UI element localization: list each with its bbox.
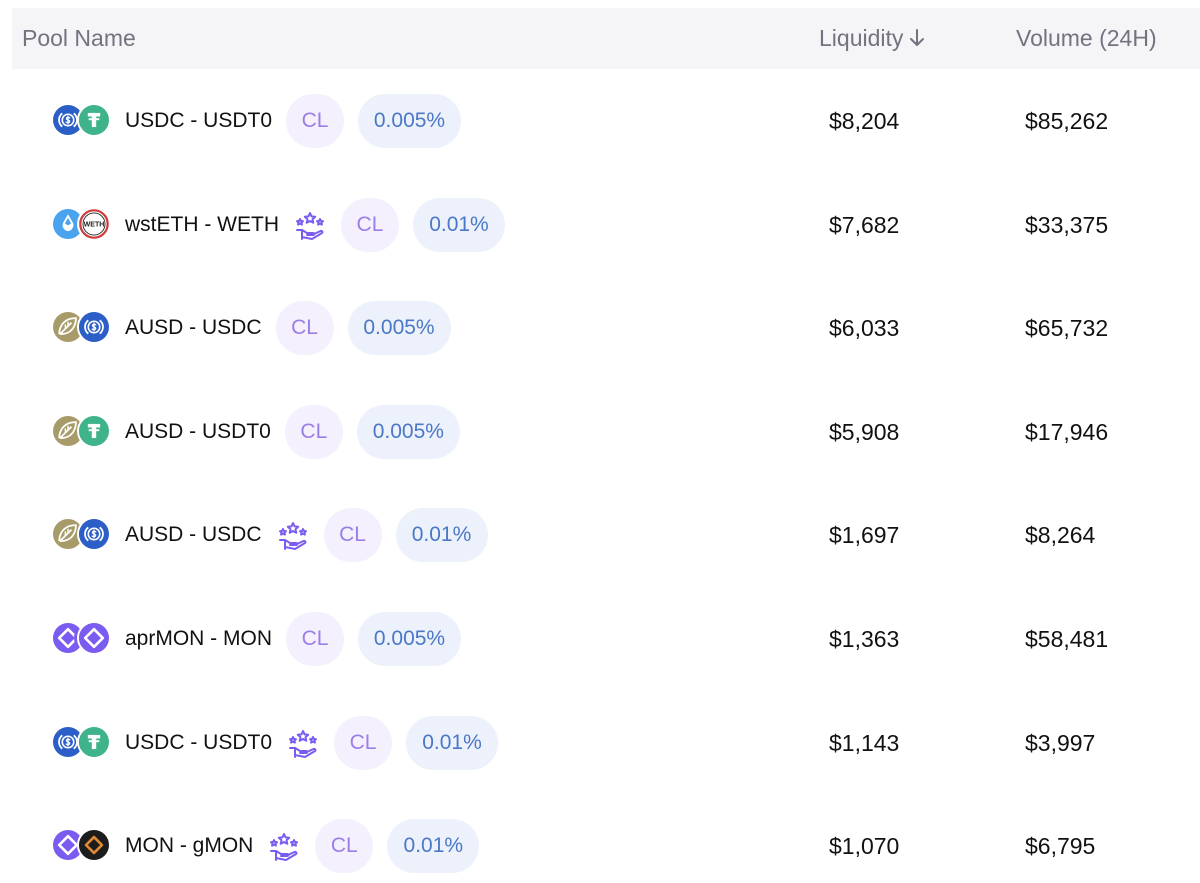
pool-name: MON - gMON [125, 834, 254, 858]
fee-tier-badge: 0.005% [347, 301, 451, 356]
pool-name: AUSD - USDT0 [125, 419, 271, 443]
pool-type-badge: CL [323, 508, 382, 563]
table-row[interactable]: USDC - USDT0 CL 0.005% $8,204 $85,262 [0, 69, 1200, 173]
fee-tier-badge: 0.01% [395, 508, 488, 563]
volume-value: $17,946 [1025, 418, 1109, 445]
header-pool-name: Pool Name [22, 25, 136, 51]
liquidity-value: $1,363 [829, 626, 900, 652]
pool-type-badge: CL [340, 197, 399, 252]
fee-tier-badge: 0.01% [406, 715, 498, 770]
token-pair-icons [51, 724, 113, 761]
liquidity-value: $5,908 [829, 418, 900, 445]
volume-value: $6,795 [1025, 833, 1096, 860]
gmon-icon [77, 828, 111, 863]
pool-name: USDC - USDT0 [125, 730, 273, 754]
table-row[interactable]: USDC - USDT0 CL 0.01% $1,143 $3,997 [0, 691, 1200, 795]
rewards-icon [267, 830, 301, 864]
pool-type-badge: CL [284, 404, 343, 459]
pools-table: Pool Name Liquidity Volume (24H) USDC - … [0, 0, 1200, 883]
token-pair-icons [51, 621, 113, 657]
arrow-down-icon [909, 10, 925, 71]
liquidity-value: $6,033 [829, 315, 900, 342]
table-row[interactable]: AUSD - USDC CL 0.005% $6,033 $65,732 [0, 276, 1200, 380]
liquidity-value: $8,204 [829, 108, 900, 134]
token-pair-icons [51, 310, 113, 346]
usdc-icon [77, 310, 111, 345]
pool-name: USDC - USDT0 [125, 109, 273, 132]
pool-type-badge: CL [286, 612, 344, 666]
table-header: Pool Name Liquidity Volume (24H) [12, 8, 1200, 69]
pool-name: AUSD - USDC [125, 316, 262, 340]
weth-icon: WETH [77, 206, 111, 241]
usdt0-icon [77, 413, 111, 448]
usdc-icon [77, 517, 111, 552]
table-row[interactable]: MON - gMON CL 0.01% $1,070 $6,795 [0, 794, 1200, 883]
fee-tier-badge: 0.01% [387, 819, 480, 874]
pool-name: wstETH - WETH [125, 212, 279, 236]
fee-tier-badge: 0.01% [412, 197, 505, 252]
volume-value: $3,997 [1025, 729, 1096, 756]
fee-tier-badge: 0.005% [358, 94, 461, 148]
fee-tier-badge: 0.005% [358, 612, 461, 666]
rewards-icon [293, 209, 327, 243]
pool-type-badge: CL [275, 301, 334, 356]
pool-name: aprMON - MON [125, 627, 272, 650]
liquidity-value: $1,143 [829, 729, 900, 756]
usdt0-icon [77, 103, 111, 137]
token-pair-icons: WETH [51, 206, 113, 243]
table-row[interactable]: AUSD - USDC CL 0.01% $1,697 $8,264 [0, 483, 1200, 587]
header-liquidity-sort[interactable]: Liquidity [819, 8, 925, 69]
volume-value: $58,481 [1025, 626, 1109, 652]
token-pair-icons [51, 517, 113, 553]
header-volume-sort[interactable]: Volume (24H) [1016, 8, 1157, 69]
token-pair-icons [51, 103, 113, 139]
table-row[interactable]: AUSD - USDT0 CL 0.005% $5,908 $17,946 [0, 380, 1200, 484]
volume-value: $65,732 [1025, 315, 1109, 342]
fee-tier-badge: 0.005% [356, 404, 460, 459]
table-row[interactable]: aprMON - MON CL 0.005% $1,363 $58,481 [0, 587, 1200, 691]
liquidity-value: $1,697 [829, 522, 900, 549]
pool-type-badge: CL [286, 94, 344, 148]
usdt0-icon [77, 724, 111, 759]
svg-text:WETH: WETH [84, 221, 105, 228]
volume-value: $33,375 [1025, 211, 1109, 238]
token-pair-icons [51, 828, 113, 864]
mon-icon [77, 621, 111, 655]
volume-value: $8,264 [1025, 522, 1096, 549]
liquidity-value: $7,682 [829, 211, 900, 238]
rewards-icon [276, 519, 310, 553]
rewards-icon [286, 727, 320, 761]
token-pair-icons [51, 413, 113, 450]
header-liquidity-label: Liquidity [819, 25, 904, 51]
volume-value: $85,262 [1025, 108, 1109, 134]
pool-type-badge: CL [315, 819, 374, 874]
pool-type-badge: CL [334, 715, 392, 770]
table-row[interactable]: WETH wstETH - WETH CL 0.01% $7,682 $33,375 [0, 173, 1200, 277]
liquidity-value: $1,070 [829, 833, 900, 860]
pool-name: AUSD - USDC [125, 523, 262, 547]
